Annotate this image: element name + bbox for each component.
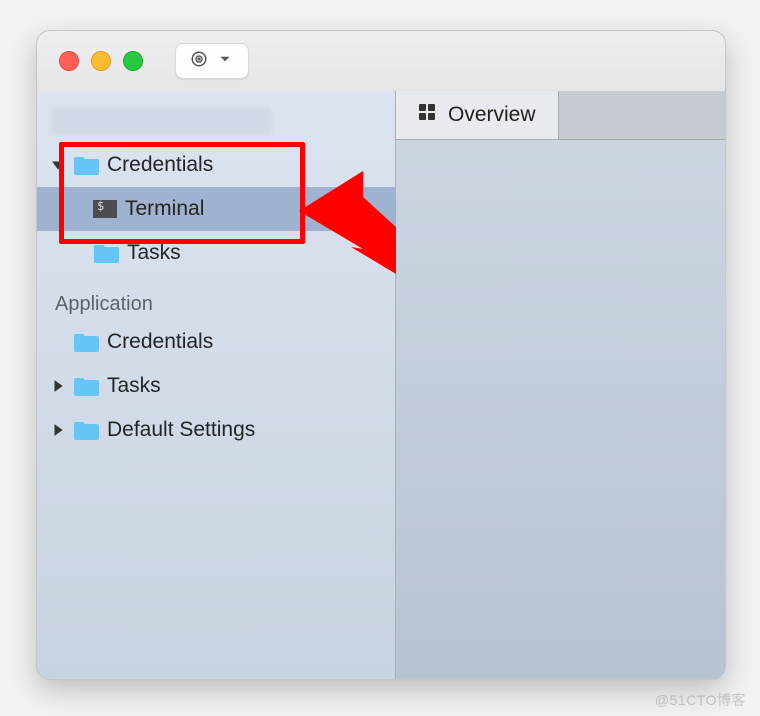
disclosure-right-icon <box>51 423 65 437</box>
content-area: Overview <box>396 91 725 679</box>
folder-icon <box>93 243 119 263</box>
tab-overview[interactable]: Overview <box>396 91 559 139</box>
target-icon <box>190 50 208 73</box>
sidebar-item-label: Tasks <box>107 374 161 398</box>
tab-bar: Overview <box>396 91 725 140</box>
disclosure-down-icon <box>51 158 65 172</box>
folder-icon <box>73 155 99 175</box>
chevron-down-icon <box>216 50 234 73</box>
zoom-window-button[interactable] <box>123 51 143 71</box>
window-controls <box>59 51 143 71</box>
titlebar <box>37 31 725 92</box>
sidebar-item-label: Credentials <box>107 153 213 177</box>
sidebar-item-terminal[interactable]: Terminal <box>37 187 395 231</box>
terminal-icon <box>93 200 117 218</box>
redacted-text <box>51 108 271 134</box>
sidebar-section-label: Application <box>37 275 395 320</box>
sidebar-item-app-credentials[interactable]: Credentials <box>37 320 395 364</box>
sidebar-item-credentials[interactable]: Credentials <box>37 143 395 187</box>
tab-bar-empty <box>559 91 725 139</box>
sidebar-item-label: Terminal <box>125 197 204 221</box>
run-target-button[interactable] <box>175 43 249 79</box>
watermark: @51CTO博客 <box>655 690 746 710</box>
sidebar-item-label: Credentials <box>107 330 213 354</box>
sidebar-item-label: Default Settings <box>107 418 255 442</box>
folder-icon <box>73 376 99 396</box>
sidebar-item-label: Tasks <box>127 241 181 265</box>
sidebar-item-tasks[interactable]: Tasks <box>37 231 395 275</box>
folder-icon <box>73 332 99 352</box>
sidebar-item-app-default-settings[interactable]: Default Settings <box>37 408 395 452</box>
sidebar-item-app-tasks[interactable]: Tasks <box>37 364 395 408</box>
folder-icon <box>73 420 99 440</box>
sidebar: Credentials Terminal Tasks Application C… <box>37 91 396 679</box>
sidebar-project-name[interactable] <box>37 99 395 143</box>
close-window-button[interactable] <box>59 51 79 71</box>
disclosure-right-icon <box>51 379 65 393</box>
app-window: Credentials Terminal Tasks Application C… <box>36 30 726 680</box>
grid-icon <box>418 103 436 127</box>
window-body: Credentials Terminal Tasks Application C… <box>37 91 725 679</box>
minimize-window-button[interactable] <box>91 51 111 71</box>
tab-label: Overview <box>448 103 536 127</box>
